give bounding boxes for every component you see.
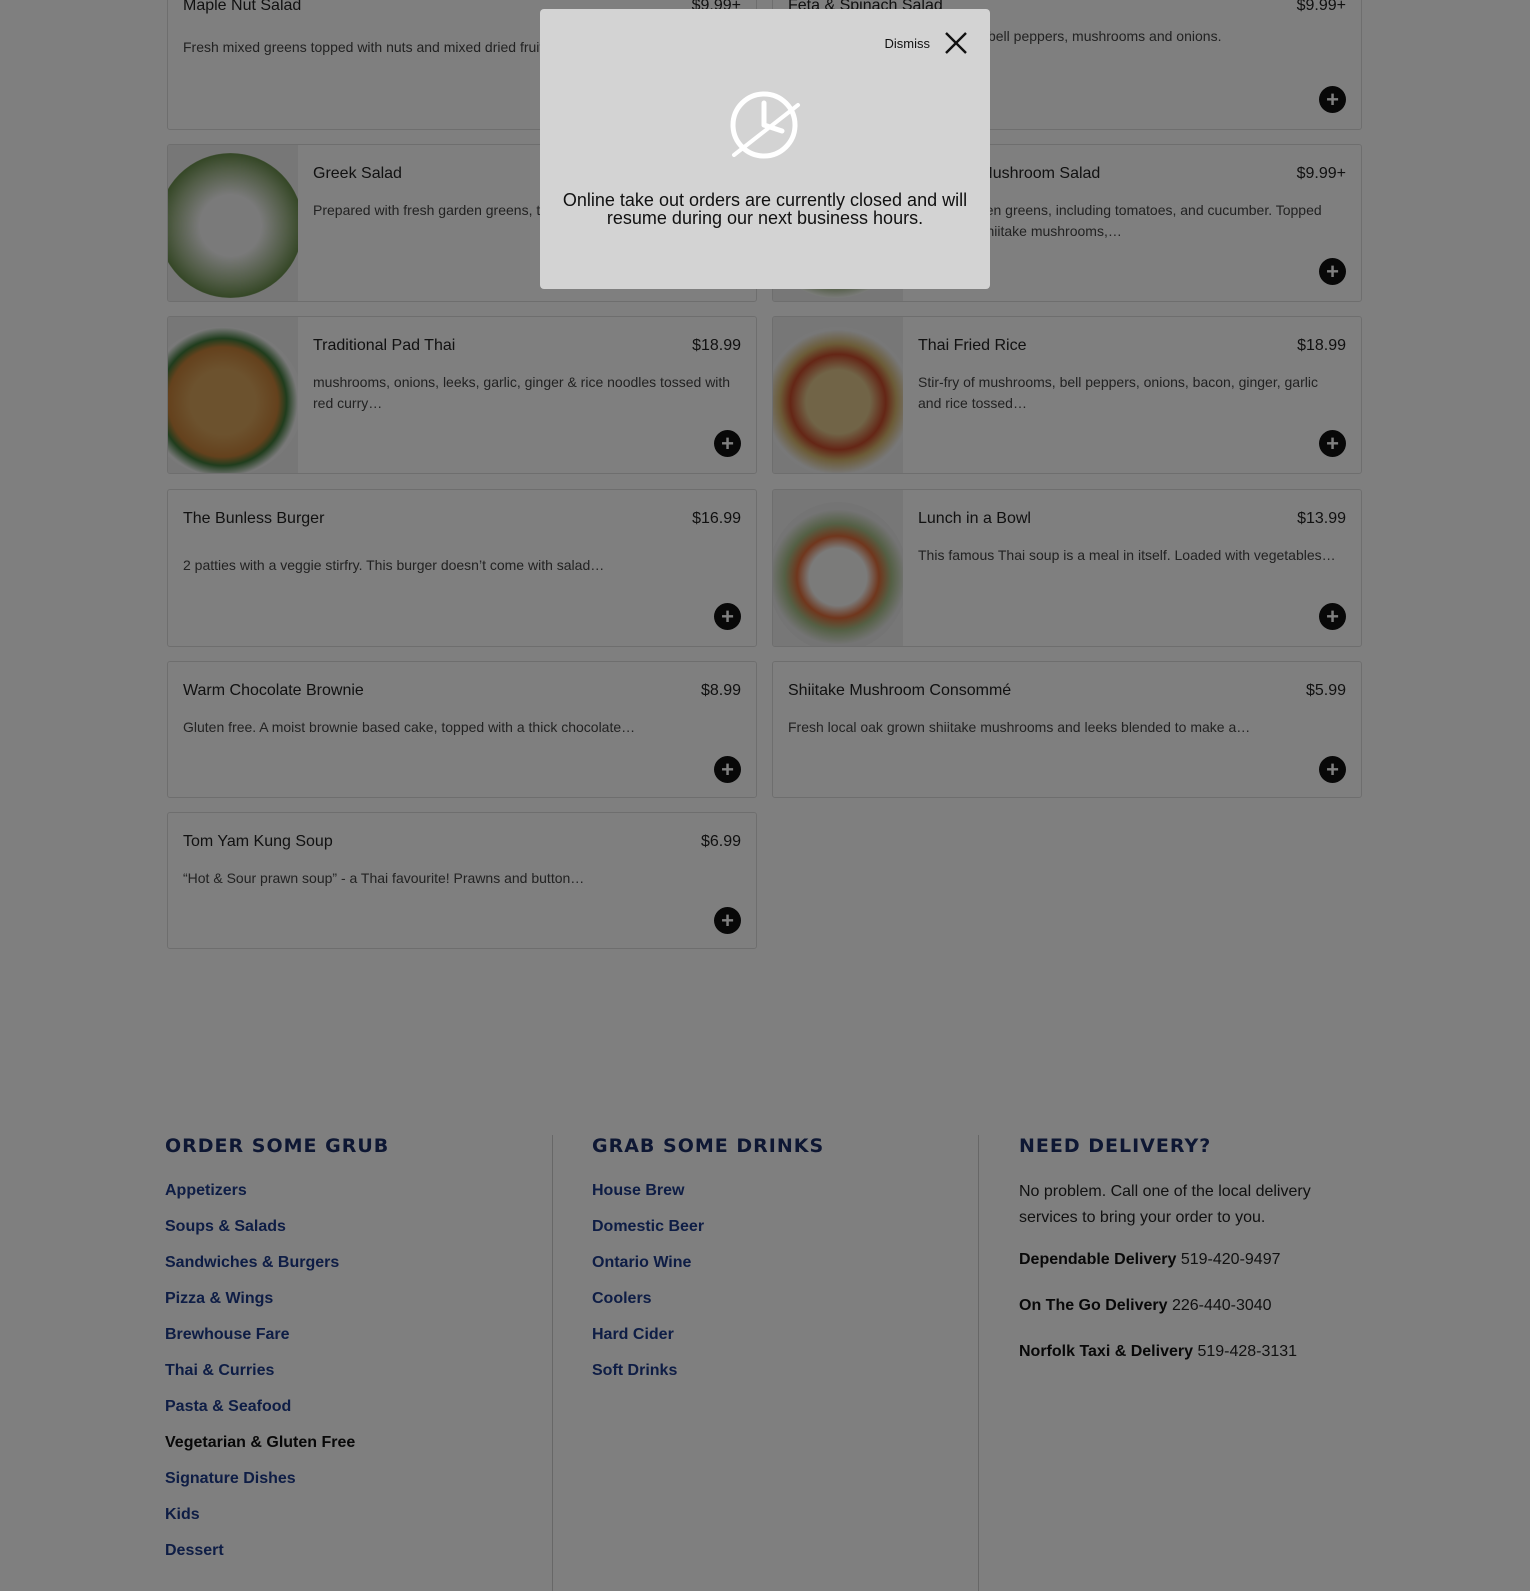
dismiss-label[interactable]: Dismiss: [885, 36, 931, 51]
close-icon[interactable]: [942, 29, 970, 57]
closed-orders-modal: Dismiss Online take out orders are curre…: [540, 9, 990, 289]
clock-slash-icon: [730, 91, 800, 159]
closed-message: Online take out orders are currently clo…: [562, 190, 968, 228]
